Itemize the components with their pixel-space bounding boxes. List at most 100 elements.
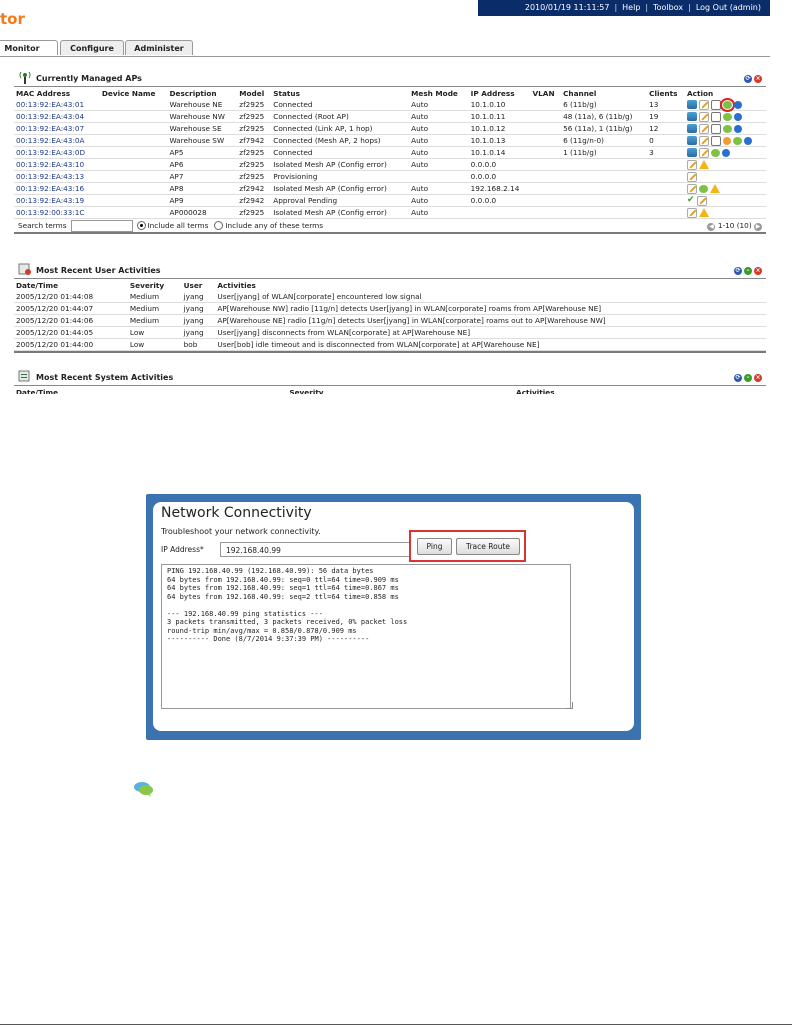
network-icon[interactable]	[711, 135, 722, 146]
mac-address-link[interactable]: 00:13:92:EA:43:19	[14, 194, 100, 207]
mac-address-link[interactable]: 00:13:92:EA:43:04	[14, 110, 100, 123]
action-icons	[687, 111, 764, 122]
table-row: 2005/12/20 01:44:08 Medium jyang User[jyang…	[14, 291, 766, 303]
refresh-icon[interactable]: ⟳	[744, 75, 752, 83]
table-row: 00:13:92:00:33:1C AP000028 zf2925 Isolated …	[14, 206, 766, 219]
table-cell	[647, 170, 686, 183]
table-cell: Connected (Link AP, 1 hop)	[271, 122, 410, 135]
table-cell: 19	[647, 110, 686, 123]
speak-icon[interactable]	[720, 97, 736, 112]
table-cell	[99, 122, 168, 135]
dialog-subtitle: Troubleshoot your network connectivity.	[161, 527, 321, 536]
help-link[interactable]: Help	[617, 0, 645, 16]
network-icon[interactable]	[711, 123, 722, 134]
search-input[interactable]	[70, 219, 133, 232]
approve-icon[interactable]: ✔	[687, 196, 695, 205]
network-icon[interactable]	[711, 99, 722, 110]
radio-any[interactable]	[214, 221, 224, 230]
table-cell: Low	[127, 326, 182, 339]
mac-address-link[interactable]: 00:13:92:EA:43:10	[14, 158, 100, 171]
table-cell: AP6	[167, 158, 238, 171]
close-icon[interactable]: ×	[754, 374, 762, 382]
table-cell: jyang	[181, 326, 216, 339]
column-header: Mesh Mode	[411, 88, 458, 98]
restart-icon[interactable]	[734, 124, 743, 133]
edit-icon[interactable]	[687, 183, 698, 194]
edit-icon[interactable]	[699, 123, 710, 134]
mac-address-link[interactable]: 00:13:92:00:33:1C	[14, 206, 100, 219]
edit-icon[interactable]	[699, 147, 710, 158]
table-row: 00:13:92:EA:43:04 Warehouse NW zf2925 Conne…	[14, 110, 766, 123]
monitor-icon[interactable]	[687, 136, 698, 145]
warning-icon[interactable]	[699, 160, 710, 169]
warning-icon[interactable]	[710, 184, 721, 193]
table-cell: Warehouse SE	[167, 122, 238, 135]
radio-all[interactable]	[136, 221, 146, 230]
table-cell: 10.1.0.11	[468, 110, 531, 123]
blocked-icon[interactable]	[723, 136, 732, 145]
restart-icon[interactable]	[722, 148, 731, 157]
network-icon[interactable]	[711, 111, 722, 122]
mac-address-link[interactable]: 00:13:92:EA:43:16	[14, 182, 100, 195]
column-header: Status	[273, 88, 300, 98]
minimize-icon[interactable]: –	[744, 374, 752, 382]
next-page-icon[interactable]: ▶	[754, 223, 762, 231]
mac-address-link[interactable]: 00:13:92:EA:43:01	[14, 99, 100, 111]
edit-icon[interactable]	[687, 159, 698, 170]
action-icons	[687, 171, 764, 182]
table-cell	[409, 170, 469, 183]
action-cell	[685, 134, 766, 147]
restart-icon[interactable]	[734, 112, 743, 121]
close-icon[interactable]: ×	[754, 267, 762, 275]
edit-icon[interactable]	[699, 135, 710, 146]
trace-route-button[interactable]: Trace Route	[456, 538, 520, 555]
table-cell	[530, 99, 562, 111]
mac-address-link[interactable]: 00:13:92:EA:43:0A	[14, 134, 100, 147]
speak-icon[interactable]	[723, 112, 733, 121]
column-header: Activities	[516, 387, 555, 395]
minimize-icon[interactable]: –	[744, 267, 752, 275]
monitor-icon[interactable]	[687, 100, 698, 109]
ping-button[interactable]: Ping	[417, 538, 452, 555]
mac-address-link[interactable]: 00:13:92:EA:43:13	[14, 170, 100, 183]
tab-administer[interactable]: Administer	[125, 40, 193, 55]
prev-page-icon[interactable]: ◀	[707, 223, 716, 231]
ip-address-input[interactable]: 192.168.40.99	[220, 542, 410, 557]
toolbox-link[interactable]: Toolbox	[648, 0, 688, 16]
resize-grip-icon[interactable]	[566, 702, 573, 709]
monitor-icon[interactable]	[687, 148, 698, 157]
edit-icon[interactable]	[696, 195, 707, 206]
edit-icon[interactable]	[687, 171, 698, 182]
edit-icon[interactable]	[699, 111, 710, 122]
tab-configure[interactable]: Configure	[60, 40, 124, 55]
monitor-icon[interactable]	[687, 112, 698, 121]
refresh-icon[interactable]: ⟳	[734, 267, 742, 275]
mac-address-link[interactable]: 00:13:92:EA:43:07	[14, 122, 100, 135]
speak-icon[interactable]	[723, 124, 733, 133]
action-icons	[687, 207, 764, 218]
table-cell: AP5	[167, 146, 238, 159]
refresh-icon[interactable]: ⟳	[734, 374, 742, 382]
speak-icon[interactable]	[711, 148, 721, 157]
tab-monitor[interactable]: Monitor	[0, 40, 58, 55]
table-cell: zf2925	[237, 206, 272, 219]
restart-icon[interactable]	[734, 100, 743, 109]
edit-icon[interactable]	[687, 207, 698, 218]
table-row: 00:13:92:EA:43:13 AP7 zf2925 Provisioning 0.…	[14, 170, 766, 183]
column-header: Activities	[217, 280, 256, 290]
logout-link[interactable]: Log Out (admin)	[691, 0, 766, 16]
radio-any-label: Include any of these terms	[225, 221, 324, 230]
restart-icon[interactable]	[744, 136, 753, 145]
table-cell: zf7942	[237, 134, 272, 147]
edit-icon[interactable]	[699, 99, 710, 110]
mac-address-link[interactable]: 00:13:92:EA:43:0D	[14, 146, 100, 159]
table-cell	[99, 99, 168, 111]
speak-icon[interactable]	[733, 136, 743, 145]
monitor-icon[interactable]	[687, 124, 698, 133]
ip-label: IP Address*	[161, 545, 204, 554]
panel-controls: ⟳ ×	[744, 75, 762, 83]
warning-icon[interactable]	[699, 208, 710, 217]
speak-icon[interactable]	[699, 184, 709, 193]
close-icon[interactable]: ×	[754, 75, 762, 83]
table-cell: AP000028	[167, 206, 238, 219]
